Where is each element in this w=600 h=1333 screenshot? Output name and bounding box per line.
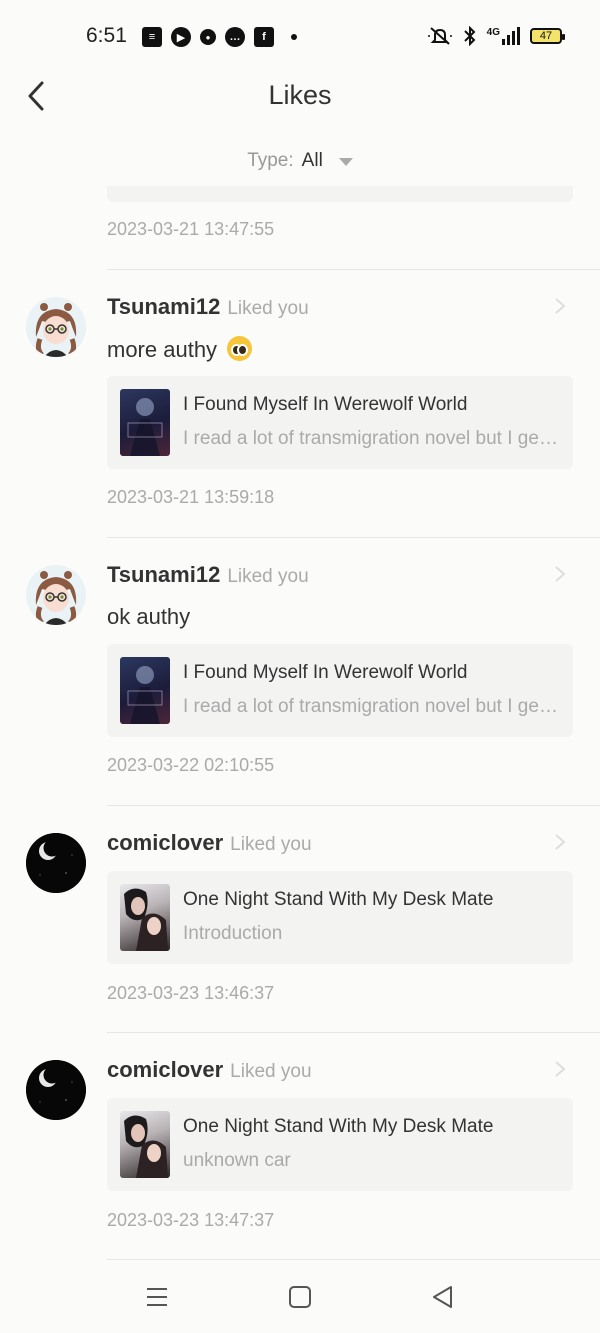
home-icon[interactable] [285, 1282, 315, 1312]
battery-level: 47 [539, 30, 553, 42]
more-notifications-icon [291, 34, 297, 40]
network-type: 4G [486, 27, 500, 38]
back-triangle-icon[interactable] [428, 1282, 458, 1312]
divider [107, 1259, 600, 1260]
page-title: Likes [268, 80, 332, 110]
book-cover [120, 657, 170, 724]
mute-icon [427, 27, 452, 45]
book-cover [120, 1111, 170, 1178]
user-line: Tsunami12 Liked you [107, 294, 309, 320]
crescent-moon-avatar-icon [26, 1060, 86, 1120]
book-snippet: I read a lot of transmigration novel but… [183, 696, 558, 717]
facebook-icon: f [254, 27, 274, 47]
couple-cover-art-icon [124, 888, 168, 951]
dropdown-caret-icon [338, 158, 353, 166]
timestamp: 2023-03-21 13:47:55 [107, 219, 275, 239]
type-filter-label: Type: [247, 150, 294, 171]
anime-girl-avatar-icon [26, 565, 86, 625]
divider [107, 537, 600, 538]
pleading-face-icon [227, 336, 253, 361]
avatar[interactable] [26, 565, 86, 625]
book-title: I Found Myself In Werewolf World [183, 662, 468, 683]
chevron-right-icon[interactable] [553, 1059, 567, 1079]
user-line: comiclover Liked you [107, 1057, 312, 1083]
circle-app-icon: ● [200, 29, 216, 45]
menu-icon[interactable] [142, 1282, 172, 1312]
book-card[interactable]: I Found Myself In Werewolf World I read … [107, 376, 573, 469]
book-title: One Night Stand With My Desk Mate [183, 1116, 494, 1137]
username[interactable]: comiclover [107, 1057, 223, 1083]
comment-body: more authy [107, 337, 218, 362]
action-label: Liked you [227, 298, 309, 319]
action-label: Liked you [230, 834, 312, 855]
action-label: Liked you [230, 1061, 312, 1082]
avatar[interactable] [26, 1060, 86, 1120]
comment-text: ok authy [107, 604, 191, 629]
book-title: I Found Myself In Werewolf World [183, 394, 468, 415]
timestamp: 2023-03-23 13:47:37 [107, 1210, 275, 1230]
book-cover [120, 389, 170, 456]
book-card[interactable]: I Found Myself In Werewolf World I read … [107, 644, 573, 737]
book-snippet: I read a lot of transmigration novel but… [183, 428, 558, 449]
book-card[interactable]: One Night Stand With My Desk Mate Introd… [107, 871, 573, 964]
username[interactable]: Tsunami12 [107, 562, 220, 588]
timestamp: 2023-03-22 02:10:55 [107, 755, 275, 775]
chat-icon: … [225, 27, 245, 47]
book-cover [120, 884, 170, 951]
book-card[interactable] [107, 186, 573, 202]
chevron-right-icon[interactable] [553, 296, 567, 316]
timestamp: 2023-03-21 13:59:18 [107, 487, 275, 507]
couple-cover-art-icon [124, 1115, 168, 1178]
bluetooth-icon [463, 26, 476, 46]
status-bar: 6:51 ≡ ▶ ● … f 4G 47 [0, 0, 600, 72]
divider [107, 805, 600, 806]
type-filter-value: All [301, 150, 323, 171]
user-line: comiclover Liked you [107, 830, 312, 856]
divider [107, 269, 600, 270]
username[interactable]: Tsunami12 [107, 294, 220, 320]
book-card[interactable]: One Night Stand With My Desk Mate unknow… [107, 1098, 573, 1191]
werewolf-cover-art-icon [127, 398, 163, 456]
action-label: Liked you [227, 566, 309, 587]
signal-icon: 4G [487, 27, 520, 45]
username[interactable]: comiclover [107, 830, 223, 856]
divider [107, 1032, 600, 1033]
timestamp: 2023-03-23 13:46:37 [107, 983, 275, 1003]
battery-icon: 47 [530, 28, 565, 44]
status-time: 6:51 [86, 24, 127, 47]
avatar[interactable] [26, 833, 86, 893]
play-icon: ▶ [171, 27, 191, 47]
chevron-right-icon[interactable] [553, 832, 567, 852]
avatar[interactable] [26, 297, 86, 357]
book-snippet: Introduction [183, 923, 283, 944]
chevron-right-icon[interactable] [553, 564, 567, 584]
crescent-moon-avatar-icon [26, 833, 86, 893]
werewolf-cover-art-icon [127, 666, 163, 724]
system-icons: 4G 47 [427, 26, 565, 46]
anime-girl-avatar-icon [26, 297, 86, 357]
comment-text: more authy [107, 336, 253, 363]
notification-icons: ≡ ▶ ● … f [142, 27, 297, 47]
book-title: One Night Stand With My Desk Mate [183, 889, 494, 910]
system-nav-bar [0, 1262, 600, 1333]
news-icon: ≡ [142, 27, 162, 47]
book-snippet: unknown car [183, 1150, 291, 1171]
user-line: Tsunami12 Liked you [107, 562, 309, 588]
type-filter[interactable]: Type: All [0, 150, 600, 172]
